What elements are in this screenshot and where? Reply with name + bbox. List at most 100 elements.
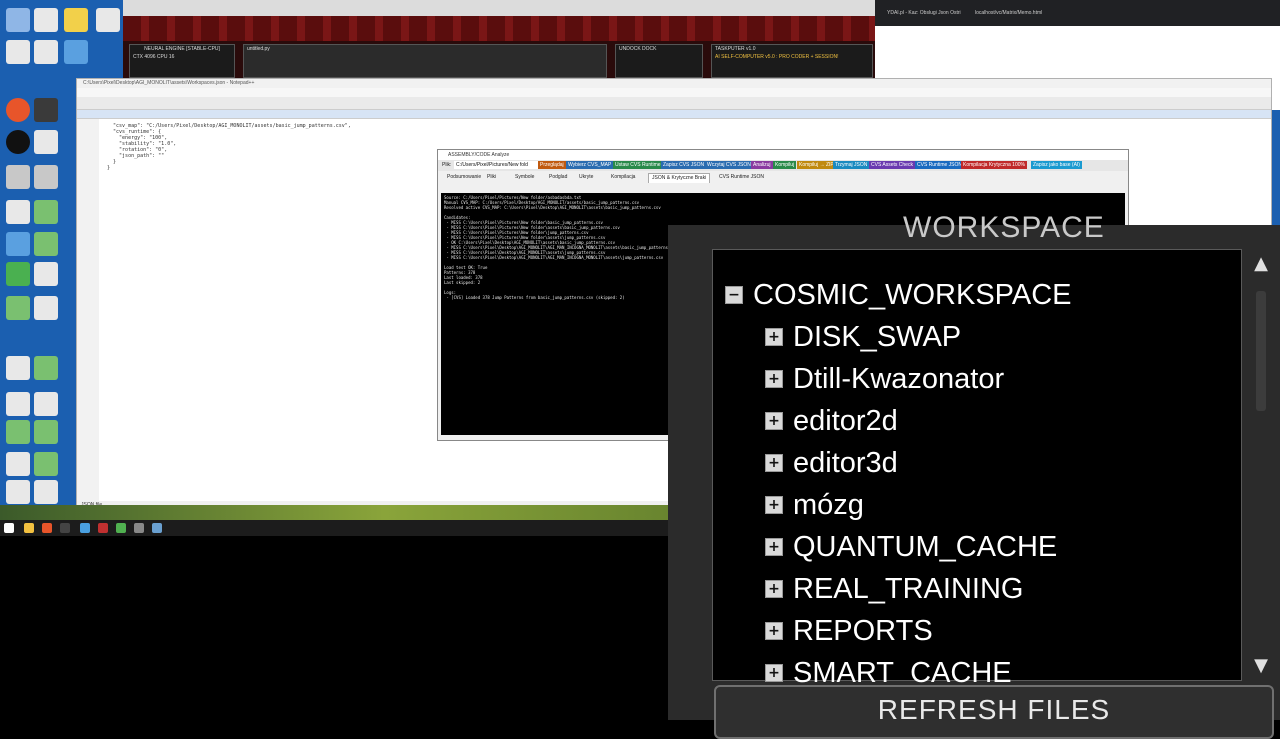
desktop-icon[interactable] (34, 420, 58, 444)
analyzer-tab[interactable]: Ukryte (576, 173, 596, 182)
desktop-icon[interactable] (34, 452, 58, 476)
toolbar-button[interactable]: Analizuj (751, 161, 773, 169)
browser-icon[interactable] (6, 98, 30, 122)
desktop-icon[interactable] (6, 232, 30, 256)
desktop-icon[interactable] (34, 262, 58, 286)
desktop-icon[interactable] (34, 232, 58, 256)
toolbar-button[interactable]: Zapisz jako base (AI) (1031, 161, 1082, 169)
desktop-icon[interactable] (6, 8, 30, 32)
desktop-icon[interactable] (6, 452, 30, 476)
terminal-icon[interactable] (60, 523, 70, 533)
desktop-icon[interactable] (34, 296, 58, 320)
desktop-icon[interactable] (34, 40, 58, 64)
analyzer-tab[interactable]: Kompilacja (608, 173, 638, 182)
tree-folder-item[interactable]: + mózg (765, 485, 864, 525)
analyzer-tab[interactable]: Podsumowanie (444, 173, 484, 182)
tree-scrollbar[interactable]: ▲ ▼ (1242, 249, 1280, 679)
page-banner (123, 16, 875, 41)
expand-icon[interactable]: + (765, 454, 783, 472)
toolbar-button[interactable]: Kompiluj (773, 161, 797, 169)
app-icon[interactable] (98, 523, 108, 533)
desktop-icon[interactable] (34, 480, 58, 504)
browser-tabs: YDAI.pl - Kaz: Obslugi Json Ostri localh… (875, 0, 1280, 26)
desktop-icon[interactable] (6, 480, 30, 504)
toolbar-button[interactable]: Wczytaj CVS JSON (705, 161, 753, 169)
desktop-icon[interactable] (64, 8, 88, 32)
editor-menu-bar[interactable] (77, 88, 1271, 97)
desktop-icon[interactable] (6, 392, 30, 416)
app-icon[interactable] (116, 523, 126, 533)
app-icon[interactable] (80, 523, 90, 533)
tree-folder-item[interactable]: + QUANTUM_CACHE (765, 527, 1057, 567)
expand-icon[interactable]: + (765, 328, 783, 346)
toolbar-button[interactable]: CVS Assets Check (869, 161, 915, 169)
desktop-icon[interactable] (34, 8, 58, 32)
analyzer-tab[interactable]: Pliki (484, 173, 499, 182)
tree-folder-item[interactable]: + REAL_TRAINING (765, 569, 1023, 609)
browser-icon[interactable] (42, 523, 52, 533)
code-content[interactable]: "csv_map": "C:/Users/Pixel/Desktop/AGI_M… (107, 123, 351, 171)
tree-root-label: COSMIC_WORKSPACE (753, 278, 1072, 311)
tree-folder-item[interactable]: + Dtill-Kwazonator (765, 359, 1004, 399)
desktop-icon[interactable] (6, 200, 30, 224)
expand-icon[interactable]: + (765, 622, 783, 640)
desktop-icon[interactable] (34, 98, 58, 122)
toolbar-button[interactable]: CVS Runtime JSON (915, 161, 963, 169)
tree-folder-item[interactable]: + editor3d (765, 443, 898, 483)
desktop-icon[interactable] (64, 40, 88, 64)
github-icon[interactable] (6, 130, 30, 154)
start-icon[interactable] (4, 523, 14, 533)
expand-icon[interactable]: + (765, 370, 783, 388)
refresh-files-button[interactable]: REFRESH FILES (714, 685, 1274, 739)
desktop-icon[interactable] (34, 130, 58, 154)
analyzer-tab[interactable]: CVS Runtime JSON (716, 173, 767, 182)
desktop-icon[interactable] (34, 356, 58, 380)
analyzer-tab[interactable]: JSON & Krytyczne Braki (648, 173, 711, 183)
toolbar-button[interactable]: Trzymaj JSON (833, 161, 870, 169)
desktop-icon[interactable] (6, 165, 30, 189)
expand-icon[interactable]: + (765, 538, 783, 556)
browser-window-top: NEURAL ENGINE [STABLE-CPU] CTX 4096 CPU … (123, 0, 875, 80)
desktop-icon[interactable] (96, 8, 120, 32)
tree-folder-item[interactable]: + editor2d (765, 401, 898, 441)
expand-icon[interactable]: + (765, 580, 783, 598)
file-explorer-icon[interactable] (24, 523, 34, 533)
toolbar-button[interactable]: Zapisz CVS JSON (661, 161, 707, 169)
desktop-icon[interactable] (6, 420, 30, 444)
scroll-down-icon[interactable]: ▼ (1250, 655, 1272, 677)
desktop-icon[interactable] (34, 200, 58, 224)
expand-icon[interactable]: + (765, 412, 783, 430)
tree-folder-item[interactable]: + REPORTS (765, 611, 933, 651)
editor-toolbar[interactable] (77, 97, 1271, 110)
app-icon[interactable] (134, 523, 144, 533)
toolbar-button[interactable]: Wybierz CVS_MAP (566, 161, 614, 169)
desktop-icon[interactable] (6, 40, 30, 64)
scroll-thumb[interactable] (1256, 291, 1266, 411)
app-icon[interactable] (152, 523, 162, 533)
tree-root-item[interactable]: − COSMIC_WORKSPACE (725, 275, 1072, 315)
analyzer-tab[interactable]: Podglad (546, 173, 570, 182)
toolbar-button[interactable]: Kompiluj → ZIP (797, 161, 835, 169)
browser-tab-strip[interactable] (123, 0, 875, 16)
desktop-icon[interactable] (34, 392, 58, 416)
browser-tab-2[interactable]: localhost/vc/Matrix/Memo.html (975, 10, 1042, 16)
expand-icon[interactable]: + (765, 496, 783, 514)
browser-tab-1[interactable]: YDAI.pl - Kaz: Obslugi Json Ostri (887, 10, 961, 16)
desktop-icon[interactable] (6, 356, 30, 380)
desktop-icon[interactable] (6, 296, 30, 320)
collapse-icon[interactable]: − (725, 286, 743, 304)
line-number-gutter (77, 119, 99, 509)
editor-panel-tab[interactable]: untitled.py (244, 45, 606, 53)
toolbar-button[interactable]: Kompilacja Krytyczna 100% (961, 161, 1027, 169)
expand-icon[interactable]: + (765, 664, 783, 682)
toolbar-button[interactable]: Przeglądaj (538, 161, 566, 169)
toolbar-button[interactable]: Ustaw CVS Runtime (613, 161, 663, 169)
file-path-input[interactable]: C:/Users/Pixel/Pictures/New fold (454, 161, 538, 169)
editor-tab-bar[interactable] (77, 110, 1271, 119)
scroll-up-icon[interactable]: ▲ (1250, 253, 1272, 275)
desktop-icon[interactable] (6, 262, 30, 286)
undock-label[interactable]: UNDOCK DOCK (616, 45, 702, 53)
analyzer-tab[interactable]: Symbole (512, 173, 537, 182)
tree-folder-item[interactable]: + DISK_SWAP (765, 317, 961, 357)
desktop-icon[interactable] (34, 165, 58, 189)
